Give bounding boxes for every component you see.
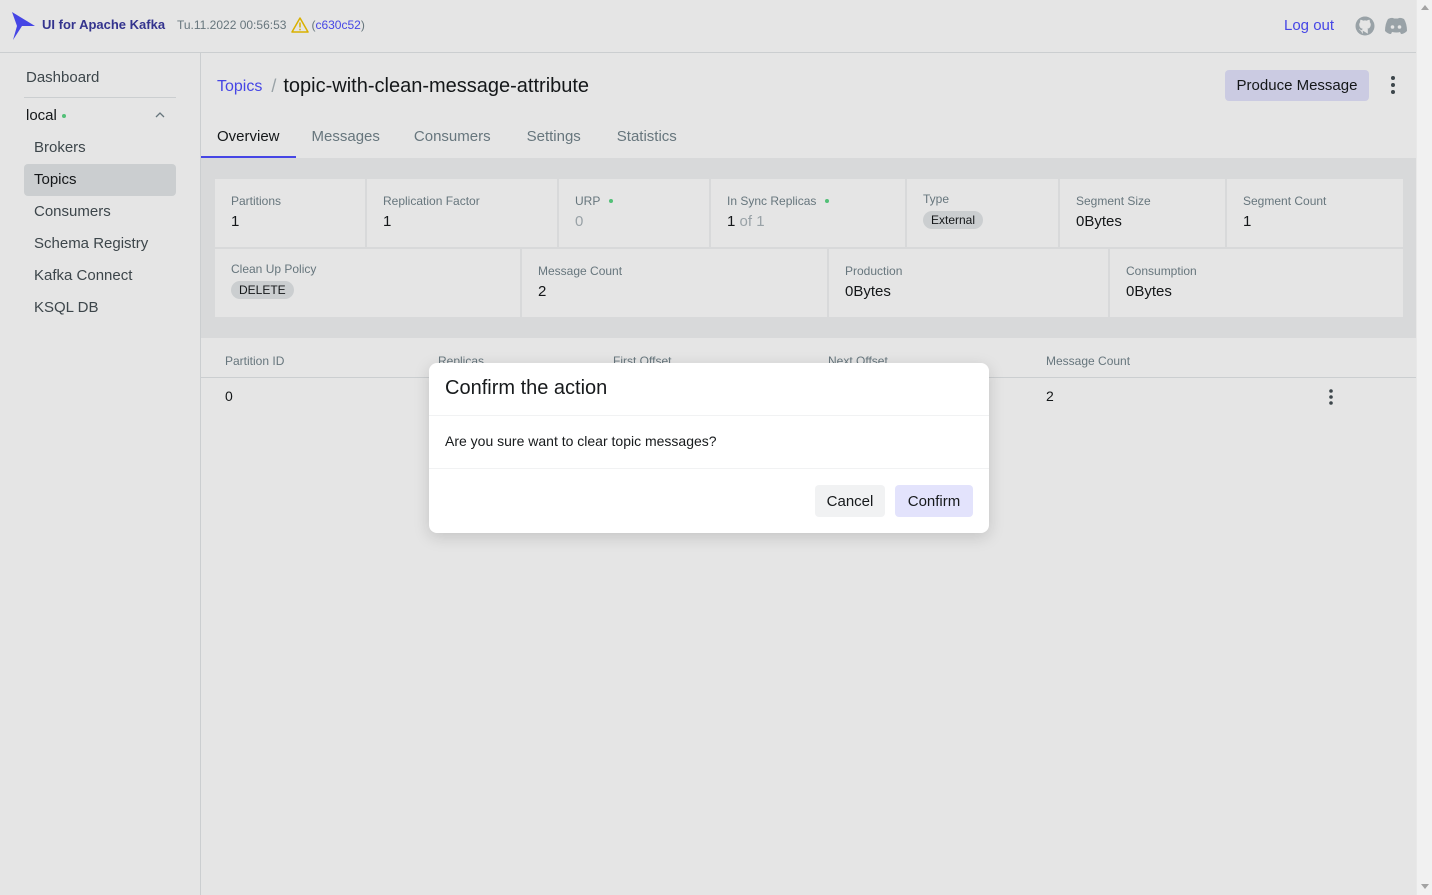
dialog-message: Are you sure want to clear topic message… [445,433,717,449]
scroll-up-icon[interactable] [1421,4,1429,10]
dialog-divider [429,468,989,469]
dialog-divider [429,415,989,416]
page-scrollbar[interactable] [1416,0,1432,895]
dialog-title: Confirm the action [445,377,608,399]
confirm-button[interactable]: Confirm [895,485,973,517]
cancel-button[interactable]: Cancel [815,485,885,517]
confirm-dialog: Confirm the action Are you sure want to … [429,363,989,533]
scroll-down-icon[interactable] [1421,884,1429,890]
